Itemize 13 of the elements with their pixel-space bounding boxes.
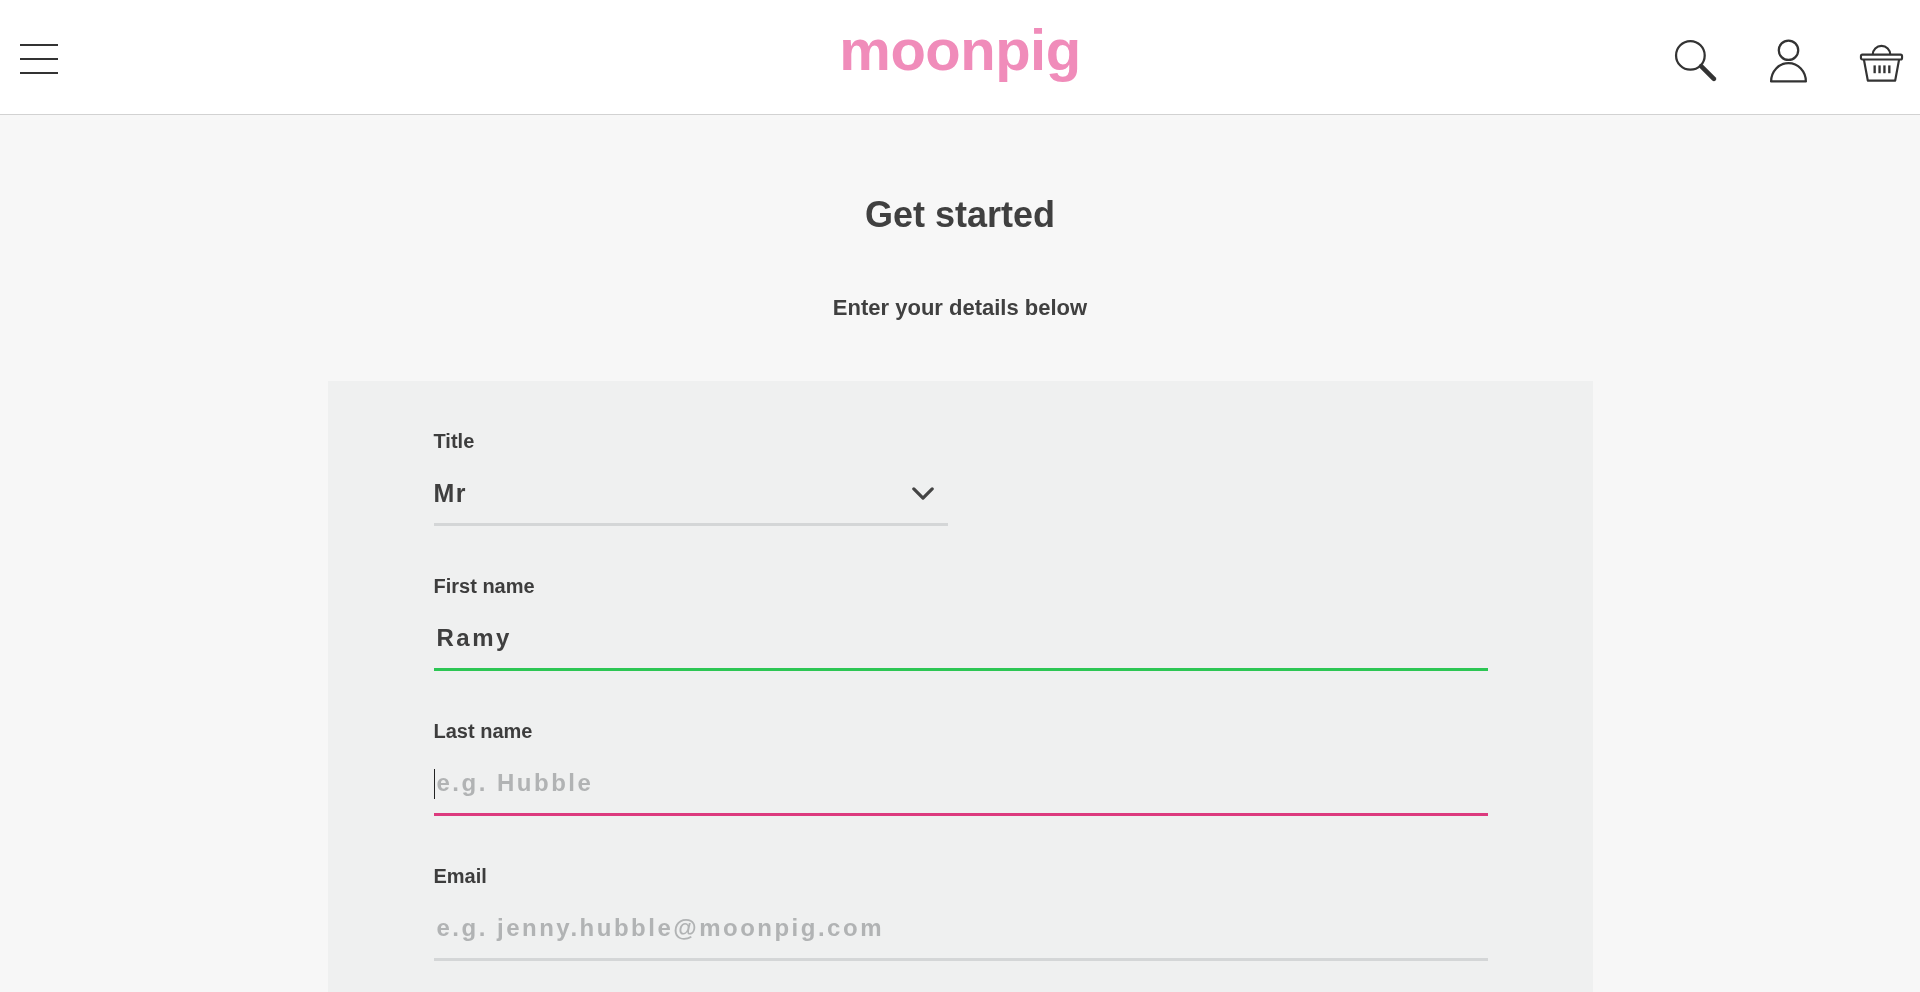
chevron-down-icon xyxy=(911,486,934,500)
input-field[interactable]: Ramy xyxy=(433,608,1488,671)
title-select[interactable]: Mr xyxy=(433,463,948,526)
input-field[interactable]: e.g. Hubble xyxy=(433,753,1488,816)
field-label: Last name xyxy=(433,719,533,743)
field-label: Email xyxy=(433,864,487,888)
text-cursor-icon xyxy=(433,769,435,799)
search-icon[interactable] xyxy=(1673,37,1718,83)
menu-icon[interactable] xyxy=(20,44,58,74)
field-label: First name xyxy=(433,574,535,598)
page-subheading: Enter your details below xyxy=(831,294,1089,322)
page-heading: Get started xyxy=(863,193,1057,237)
field-label: Title xyxy=(433,429,475,453)
